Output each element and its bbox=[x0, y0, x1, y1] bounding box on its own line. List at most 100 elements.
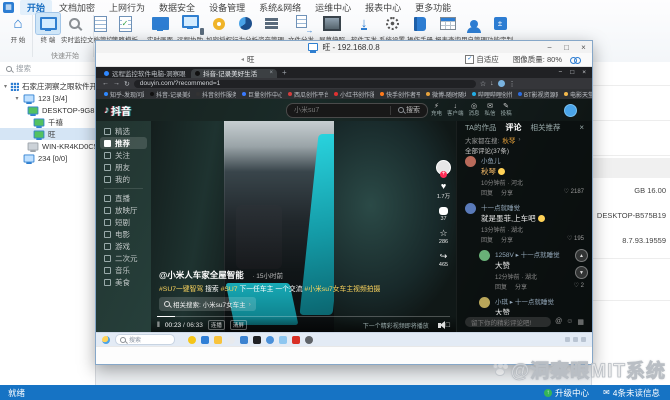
share-button[interactable]: 分享 bbox=[501, 188, 513, 197]
header-item-3[interactable]: ✉ 私信 bbox=[485, 103, 496, 118]
tree-node-4[interactable]: 旺 bbox=[0, 128, 95, 140]
bookmark-2[interactable]: 抖音创作服务平台 bbox=[196, 90, 236, 99]
remote-taskbar-app-5[interactable] bbox=[253, 335, 261, 344]
minimize-button[interactable]: − bbox=[541, 41, 558, 53]
terminal-tab[interactable]: ◂ 旺 bbox=[241, 54, 255, 65]
sidebar-item-游戏[interactable]: 游戏 bbox=[100, 240, 147, 252]
sidebar-item-朋友[interactable]: 朋友 bbox=[100, 161, 147, 173]
sidebar-item-短剧[interactable]: 短剧 bbox=[100, 216, 147, 228]
hashtag[interactable]: #SU7一键智驾 bbox=[159, 286, 205, 293]
profile-avatar[interactable] bbox=[497, 80, 505, 87]
tool-doc-control[interactable] bbox=[88, 13, 112, 34]
remote-taskbar-app-0[interactable] bbox=[188, 335, 196, 344]
commenter-name[interactable]: 十一点就睡觉 bbox=[481, 202, 584, 212]
bookmark-4[interactable]: 西瓜创作平台 bbox=[288, 90, 328, 99]
remote-taskbar-app-4[interactable] bbox=[240, 335, 248, 344]
fullscreen-icon[interactable]: □ bbox=[446, 322, 450, 329]
pause-icon[interactable]: ‖ bbox=[157, 322, 160, 329]
tool-manual[interactable] bbox=[408, 13, 432, 34]
image-icon[interactable]: ▦ bbox=[577, 318, 584, 326]
bookmark-9[interactable]: BT影视资源网 bbox=[518, 90, 558, 99]
header-item-2[interactable]: ◎ 消息 bbox=[469, 103, 480, 118]
sidebar-item-精选[interactable]: 精选 bbox=[100, 125, 147, 137]
comment-input[interactable]: 留下你的精彩评论吧! bbox=[465, 317, 552, 327]
share-button[interactable]: 分享 bbox=[501, 235, 513, 244]
close-button[interactable]: × bbox=[575, 41, 592, 53]
weather-icon[interactable] bbox=[102, 335, 110, 344]
related-search-pill[interactable]: 相关搜索: 小米su7女车主 › bbox=[159, 297, 256, 311]
panel-tab-2[interactable]: 相关推荐 bbox=[531, 122, 561, 133]
share-button[interactable]: 分享 bbox=[515, 282, 527, 291]
new-tab-button[interactable]: + bbox=[282, 68, 287, 77]
tool-terminal[interactable] bbox=[35, 12, 61, 35]
tool-system-settings[interactable] bbox=[380, 13, 404, 34]
action-share[interactable]: ↪ 465 bbox=[439, 252, 448, 269]
maximize-button[interactable]: □ bbox=[558, 41, 575, 53]
volume-icon[interactable] bbox=[437, 320, 445, 329]
remote-taskbar-app-9[interactable] bbox=[305, 335, 313, 344]
tool-asset-mgmt[interactable] bbox=[259, 13, 283, 34]
tool-policy-template[interactable]: ✓ bbox=[113, 13, 137, 34]
app-logo-icon[interactable]: ▦ bbox=[3, 1, 14, 13]
tool-screen-snapshot[interactable] bbox=[320, 13, 344, 34]
commenter-avatar[interactable] bbox=[465, 203, 476, 214]
panel-tab-1[interactable]: 评论 bbox=[506, 122, 522, 133]
bookmark-6[interactable]: 快手创作者平台 bbox=[380, 90, 420, 99]
forward-icon[interactable]: → bbox=[113, 80, 120, 87]
bookmark-star-icon[interactable]: ☆ bbox=[480, 80, 486, 88]
action-comment[interactable]: 37 bbox=[439, 207, 448, 222]
download-icon[interactable]: ↓ bbox=[490, 80, 494, 87]
sidebar-item-电影[interactable]: 电影 bbox=[100, 228, 147, 240]
hot-search-row[interactable]: 大家都在搜: 秋琴 › bbox=[457, 134, 592, 145]
sidebar-item-音乐[interactable]: 音乐 bbox=[100, 264, 147, 276]
bookmark-5[interactable]: 小红书创作服务平台 bbox=[334, 90, 374, 99]
header-item-1[interactable]: ↓ 客户端 bbox=[447, 103, 464, 118]
tree-node-5[interactable]: WIN-KR4KD0C5913 bbox=[0, 140, 95, 152]
back-icon[interactable]: ← bbox=[102, 80, 109, 87]
menu-icon[interactable]: ⋮ bbox=[509, 80, 516, 88]
commenter-avatar[interactable] bbox=[479, 297, 490, 308]
panel-close-icon[interactable]: × bbox=[579, 123, 584, 132]
tree-node-1[interactable]: ▾ 123 [3/4] bbox=[0, 92, 95, 104]
remote-taskbar-app-7[interactable] bbox=[279, 335, 287, 344]
douyin-search-button[interactable]: 搜索 bbox=[390, 105, 427, 115]
action-star[interactable]: ☆ 286 bbox=[439, 229, 448, 246]
douyin-search-input[interactable]: 小米su7 搜索 bbox=[286, 102, 428, 118]
douyin-logo[interactable]: ♪ 抖音 bbox=[104, 103, 131, 118]
video-player[interactable]: ♥ 1.7万 37 ☆286 ↪465 @小米人车家全屋智能 · 15小时前 #SU7一… bbox=[151, 121, 456, 332]
tree-node-2[interactable]: DESKTOP-9G8NA80 bbox=[0, 104, 95, 116]
tool-behavior-analysis[interactable] bbox=[233, 13, 257, 34]
remote-taskbar-search[interactable]: 搜索 bbox=[115, 334, 175, 345]
like-count[interactable]: ♡ 195 bbox=[567, 235, 584, 244]
url-field[interactable]: douyin.com/?recommend=1 bbox=[133, 79, 476, 88]
tool-encrypt-auth[interactable] bbox=[207, 13, 231, 34]
video-author-avatar[interactable] bbox=[436, 160, 451, 178]
link-icon[interactable] bbox=[570, 56, 581, 64]
commenter-name[interactable]: 小鱼儿 bbox=[481, 155, 584, 165]
tool-home[interactable]: ⌂ bbox=[6, 13, 30, 34]
mention-icon[interactable]: @ bbox=[555, 318, 562, 326]
tool-more-functions[interactable]: ± bbox=[488, 13, 512, 34]
tree-node-3[interactable]: 千禧 bbox=[0, 116, 95, 128]
unread-messages-button[interactable]: ✉ 4条未读信息 bbox=[603, 387, 660, 399]
remote-taskbar-app-3[interactable] bbox=[227, 335, 235, 344]
tree-node-0[interactable]: ▾ 石家庄洞察之眼软件开发有限公司 bbox=[0, 80, 95, 92]
remote-minimize-icon[interactable]: − bbox=[558, 69, 562, 76]
autoplay-toggle[interactable]: 连播 bbox=[207, 320, 225, 330]
sidebar-item-我的[interactable]: 我的 bbox=[100, 173, 147, 185]
progress-bar[interactable] bbox=[157, 316, 450, 317]
sidebar-item-直播[interactable]: 直播 bbox=[100, 192, 147, 204]
tool-user-mgmt[interactable] bbox=[462, 13, 486, 34]
bookmark-3[interactable]: 巨量创作中心 bbox=[242, 90, 282, 99]
remote-close-icon[interactable]: × bbox=[582, 69, 586, 76]
sidebar-item-关注[interactable]: 关注 bbox=[100, 149, 147, 161]
remote-taskbar-app-2[interactable] bbox=[214, 335, 222, 344]
tree-search-input[interactable]: 搜索 bbox=[0, 62, 95, 76]
remote-taskbar-app-1[interactable] bbox=[201, 335, 209, 344]
like-count[interactable]: ♡ 2187 bbox=[564, 188, 584, 197]
video-author[interactable]: @小米人车家全屋智能 bbox=[159, 270, 244, 280]
tab-close-icon[interactable]: × bbox=[269, 70, 273, 76]
header-item-0[interactable]: ⚡ 充电 bbox=[431, 103, 442, 118]
scroll-up-button[interactable]: ▲ bbox=[575, 249, 588, 262]
tool-file-dispatch[interactable]: → bbox=[289, 13, 314, 35]
